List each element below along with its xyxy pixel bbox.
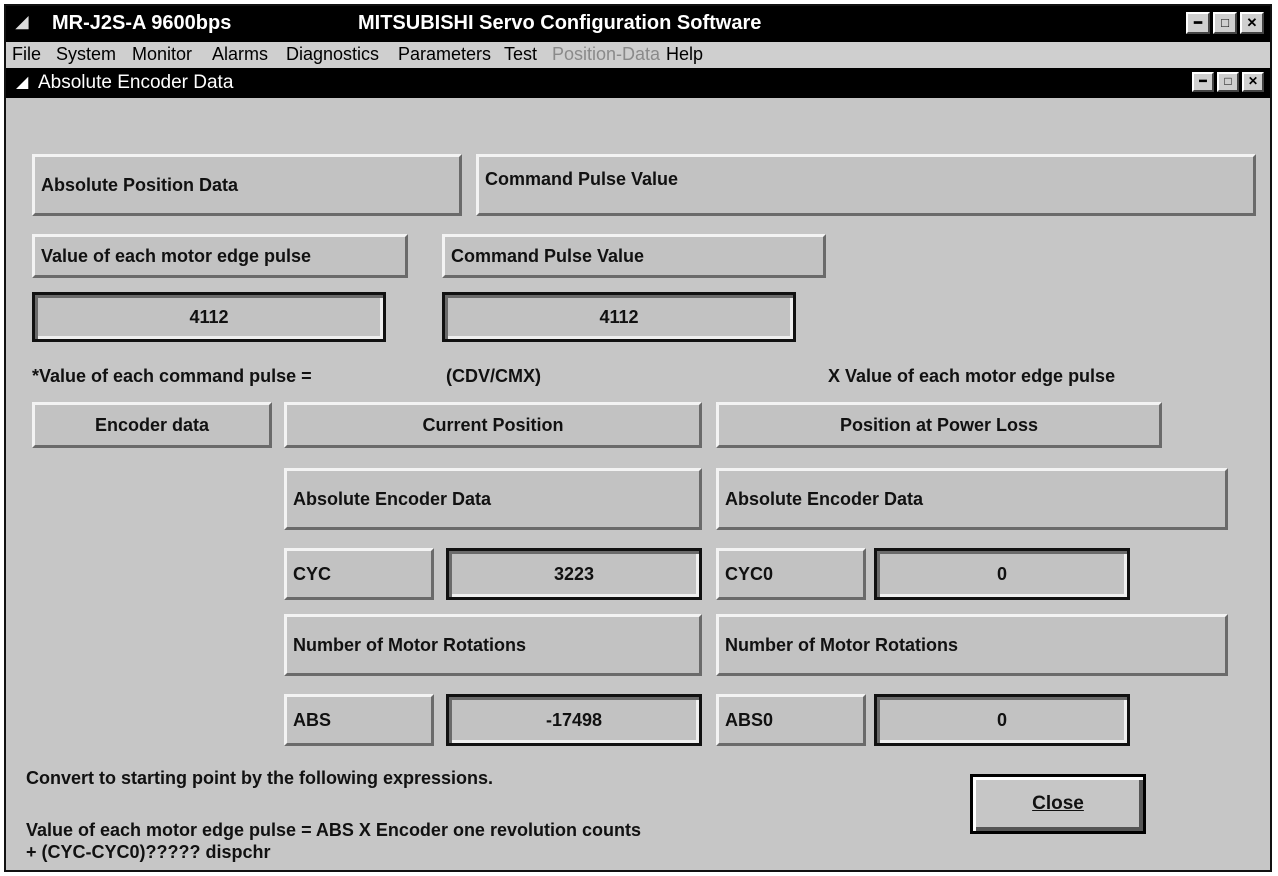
encoder-data-label: Encoder data (32, 402, 272, 448)
abs-label: ABS (284, 694, 434, 746)
formula-right: X Value of each motor edge pulse (828, 366, 1116, 386)
current-encoder-data-text: Absolute Encoder Data (293, 488, 492, 509)
cyc0-label-text: CYC0 (725, 563, 774, 584)
current-encoder-data-label: Absolute Encoder Data (284, 468, 702, 530)
close-icon[interactable]: ✕ (1240, 12, 1264, 34)
current-rotations-label: Number of Motor Rotations (284, 614, 702, 676)
menu-alarms[interactable]: Alarms (212, 44, 268, 65)
power-loss-rotations-text: Number of Motor Rotations (725, 634, 958, 655)
dialog-title-bar: ◢ Absolute Encoder Data ━ □ ✕ (6, 68, 1270, 98)
abs0-label: ABS0 (716, 694, 866, 746)
cyc-label-text: CYC (293, 563, 332, 584)
app-title: MITSUBISHI Servo Configuration Software (358, 12, 762, 34)
footer-instruction: Convert to starting point by the followi… (26, 768, 494, 788)
app-icon[interactable]: ◢ (16, 12, 28, 32)
abs0-value: 0 (874, 694, 1130, 746)
command-pulse-label-text: Command Pulse Value (451, 245, 645, 266)
cyc-value: 3223 (446, 548, 702, 600)
encoder-data-text: Encoder data (94, 414, 210, 435)
menu-bar: File System Monitor Alarms Diagnostics P… (6, 42, 1270, 68)
close-button[interactable]: Close (970, 774, 1146, 834)
absolute-position-data-label: Absolute Position Data (32, 154, 462, 216)
abs-value: -17498 (446, 694, 702, 746)
cyc0-label: CYC0 (716, 548, 866, 600)
dialog-maximize-icon[interactable]: □ (1217, 72, 1239, 92)
motor-edge-pulse-label: Value of each motor edge pulse (32, 234, 408, 278)
abs0-label-text: ABS0 (725, 709, 774, 730)
motor-edge-pulse-value: 4112 (32, 292, 386, 342)
absolute-encoder-dialog: ◢ Absolute Encoder Data ━ □ ✕ Absolute P… (6, 68, 1270, 870)
power-loss-rotations-label: Number of Motor Rotations (716, 614, 1228, 676)
dialog-title: Absolute Encoder Data (38, 72, 234, 93)
cyc0-value: 0 (874, 548, 1130, 600)
formula-left: *Value of each command pulse = (32, 366, 312, 386)
motor-edge-pulse-text: Value of each motor edge pulse (41, 245, 312, 266)
maximize-icon[interactable]: □ (1213, 12, 1237, 34)
power-loss-encoder-data-label: Absolute Encoder Data (716, 468, 1228, 530)
footer-expression-2: + (CYC-CYC0)????? dispchr (26, 842, 271, 862)
command-pulse-header-text: Command Pulse Value (485, 169, 679, 189)
current-rotations-text: Number of Motor Rotations (293, 634, 526, 655)
command-pulse-header: Command Pulse Value (476, 154, 1256, 216)
menu-monitor[interactable]: Monitor (132, 44, 192, 65)
main-window: ◢ MR-J2S-A 9600bps MITSUBISHI Servo Conf… (4, 4, 1272, 872)
power-loss-position-text: Position at Power Loss (839, 414, 1039, 435)
menu-position-data[interactable]: Position-Data (552, 44, 660, 65)
command-pulse-label: Command Pulse Value (442, 234, 826, 278)
menu-parameters[interactable]: Parameters (398, 44, 491, 65)
menu-test[interactable]: Test (504, 44, 537, 65)
dialog-close-icon[interactable]: ✕ (1242, 72, 1264, 92)
formula-middle: (CDV/CMX) (446, 366, 541, 386)
power-loss-position-header: Position at Power Loss (716, 402, 1162, 448)
cyc-label: CYC (284, 548, 434, 600)
connection-title: MR-J2S-A 9600bps (52, 12, 232, 34)
dialog-minimize-icon[interactable]: ━ (1192, 72, 1214, 92)
menu-system[interactable]: System (56, 44, 116, 65)
current-position-header: Current Position (284, 402, 702, 448)
dialog-icon[interactable]: ◢ (16, 72, 28, 92)
power-loss-encoder-data-text: Absolute Encoder Data (725, 488, 924, 509)
menu-help[interactable]: Help (666, 44, 703, 65)
current-position-text: Current Position (422, 414, 564, 435)
minimize-icon[interactable]: ━ (1186, 12, 1210, 34)
footer-expression-1: Value of each motor edge pulse = ABS X E… (26, 820, 641, 840)
title-bar: ◢ MR-J2S-A 9600bps MITSUBISHI Servo Conf… (6, 6, 1270, 42)
command-pulse-value: 4112 (442, 292, 796, 342)
abs-label-text: ABS (293, 709, 332, 730)
absolute-position-data-text: Absolute Position Data (41, 174, 239, 195)
menu-file[interactable]: File (12, 44, 41, 65)
menu-diagnostics[interactable]: Diagnostics (286, 44, 379, 65)
